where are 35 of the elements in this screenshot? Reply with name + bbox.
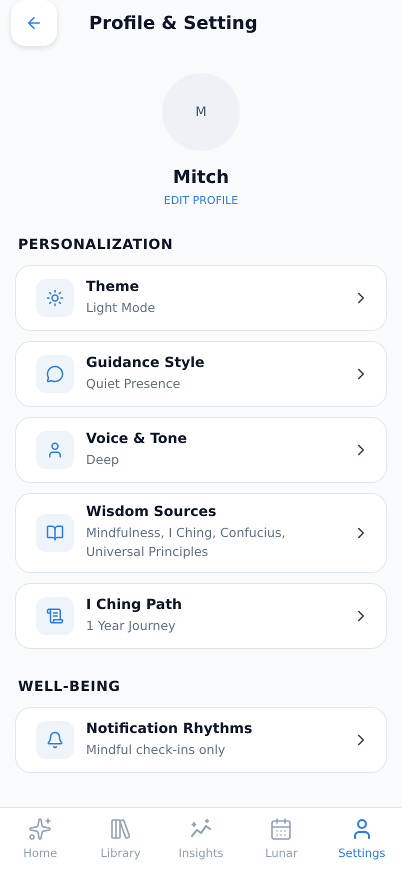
page-title: Profile & Setting	[89, 12, 258, 34]
setting-row[interactable]: Voice & Tone Deep	[15, 417, 387, 483]
back-button[interactable]	[11, 0, 57, 46]
nav-tab[interactable]: Settings	[322, 808, 402, 869]
library-icon	[108, 817, 133, 841]
section-title: PERSONALIZATION	[18, 237, 174, 253]
setting-title: I Ching Path	[86, 596, 183, 613]
setting-value: Deep	[86, 450, 120, 469]
bell-icon	[46, 730, 64, 749]
setting-title: Voice & Tone	[86, 430, 188, 447]
setting-value: Mindfulness, I Ching, Confucius, Universal Principles	[86, 524, 286, 562]
setting-title: Notification Rhythms	[86, 720, 254, 737]
sun-icon	[46, 289, 64, 307]
setting-row[interactable]: Theme Light Mode	[15, 265, 387, 331]
setting-row[interactable]: Notification Rhythms Mindful check-ins only	[15, 706, 387, 773]
setting-title: Theme	[86, 278, 140, 295]
setting-value: Mindful check-ins only	[86, 740, 226, 759]
setting-row[interactable]: Guidance Style Quiet Presence	[15, 341, 387, 407]
section-title: WELL-BEING	[18, 678, 122, 695]
profile-name: Mitch	[172, 167, 230, 188]
setting-title: Guidance Style	[86, 354, 206, 371]
setting-title: Wisdom Sources	[86, 504, 218, 520]
book-icon	[46, 524, 64, 542]
edit-profile-link[interactable]: EDIT PROFILE	[164, 194, 238, 207]
person-icon	[46, 441, 64, 459]
setting-value: Quiet Presence	[86, 374, 182, 393]
scroll-icon	[46, 606, 64, 625]
setting-row[interactable]: I Ching Path 1 Year Journey	[15, 582, 387, 649]
setting-value: Light Mode	[86, 298, 156, 317]
setting-row[interactable]: Wisdom Sources Mindfulness, I Ching, Confucius, Universal Principles	[15, 493, 387, 573]
avatar: M	[162, 73, 240, 151]
calendar-icon	[269, 817, 294, 841]
chat-bubble-icon	[46, 365, 64, 383]
setting-value: 1 Year Journey	[86, 616, 177, 635]
sparkle-icon	[28, 817, 52, 841]
